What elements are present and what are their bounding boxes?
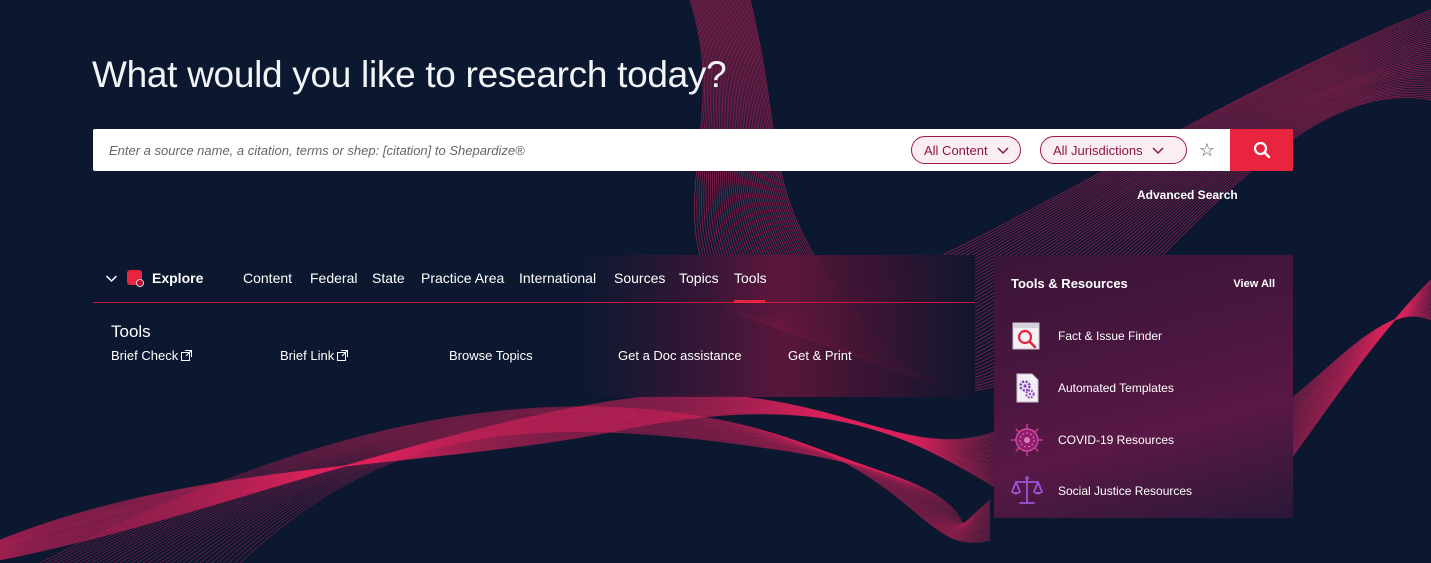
tools-heading: Tools [111, 322, 151, 341]
virus-icon [1010, 423, 1044, 457]
get-a-doc-label: Get a Doc assistance [618, 348, 742, 363]
social-justice-resources-item[interactable]: Social Justice Resources [1010, 474, 1192, 508]
page-title: What would you like to research today? [92, 54, 727, 95]
automated-templates-item[interactable]: Automated Templates [1010, 371, 1174, 405]
tab-topics[interactable]: Topics [679, 270, 719, 286]
tab-sources[interactable]: Sources [614, 270, 665, 286]
get-a-doc-link[interactable]: Get a Doc assistance [618, 348, 742, 363]
tab-content[interactable]: Content [243, 270, 292, 286]
chevron-down-icon [997, 147, 1009, 155]
external-link-icon [337, 350, 349, 361]
brief-link-link[interactable]: Brief Link [280, 348, 349, 363]
browse-topics-label: Browse Topics [449, 348, 533, 363]
brief-check-label: Brief Check [111, 348, 179, 363]
explore-nav: Explore Content Federal State Practice A… [93, 255, 975, 303]
tab-practice-area[interactable]: Practice Area [421, 270, 504, 286]
chevron-down-icon [105, 274, 118, 282]
active-tab-indicator [734, 300, 765, 303]
view-all-link[interactable]: View All [1233, 278, 1275, 290]
all-jurisdictions-dropdown[interactable]: All Jurisdictions [1040, 136, 1187, 164]
magnifier-document-icon [1010, 319, 1044, 353]
tools-resources-title: Tools & Resources [1011, 276, 1128, 291]
covid-19-resources-item[interactable]: COVID-19 Resources [1010, 423, 1174, 457]
tools-resources-panel: Tools & Resources View All Fact & Issue … [994, 255, 1293, 518]
brief-check-link[interactable]: Brief Check [111, 348, 193, 363]
get-and-print-link[interactable]: Get & Print [788, 348, 852, 363]
fact-issue-finder-label: Fact & Issue Finder [1058, 329, 1163, 343]
tab-tools[interactable]: Tools [734, 270, 767, 286]
search-input[interactable] [93, 129, 893, 171]
explore-label: Explore [152, 270, 204, 286]
all-content-label: All Content [924, 142, 988, 158]
tab-state[interactable]: State [372, 270, 405, 286]
fact-issue-finder-item[interactable]: Fact & Issue Finder [1010, 319, 1162, 353]
browse-topics-link[interactable]: Browse Topics [449, 348, 533, 363]
explore-panel: Explore Content Federal State Practice A… [93, 255, 975, 397]
tab-international[interactable]: International [519, 270, 596, 286]
scales-icon [1010, 474, 1044, 508]
automated-templates-label: Automated Templates [1058, 381, 1174, 395]
search-icon [1253, 141, 1270, 159]
star-icon[interactable]: ☆ [1197, 140, 1217, 160]
social-justice-resources-label: Social Justice Resources [1058, 484, 1193, 498]
chevron-down-icon [1152, 147, 1164, 155]
explore-logo-icon [127, 270, 144, 287]
all-jurisdictions-label: All Jurisdictions [1053, 142, 1143, 158]
brief-link-label: Brief Link [280, 348, 335, 363]
tab-federal[interactable]: Federal [310, 270, 357, 286]
external-link-icon [181, 350, 193, 361]
get-and-print-label: Get & Print [788, 348, 852, 363]
gears-document-icon [1010, 371, 1044, 405]
advanced-search-link[interactable]: Advanced Search [1137, 188, 1238, 202]
search-button[interactable] [1230, 129, 1293, 171]
search-bar: All Content All Jurisdictions ☆ [93, 129, 1293, 171]
covid-19-resources-label: COVID-19 Resources [1058, 433, 1175, 447]
all-content-dropdown[interactable]: All Content [911, 136, 1021, 164]
explore-toggle[interactable]: Explore [105, 269, 203, 287]
